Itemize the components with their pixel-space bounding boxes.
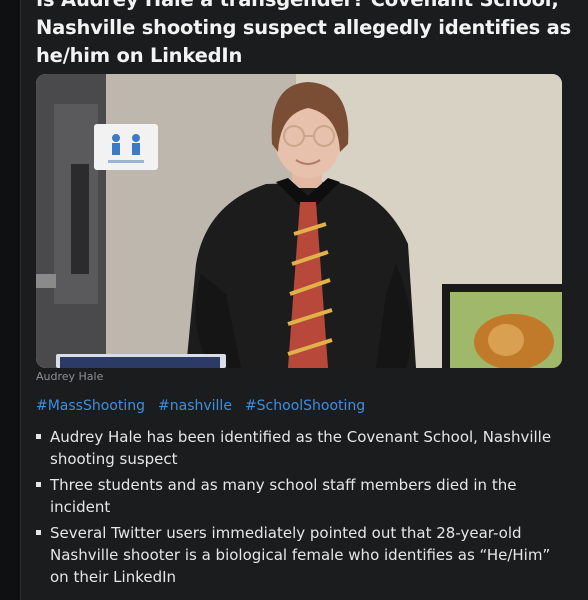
- bullet-item: Several Twitter users immediately pointe…: [36, 522, 556, 588]
- hashtag-list: #MassShooting #nashville #SchoolShooting: [36, 396, 365, 416]
- summary-bullets: Audrey Hale has been identified as the C…: [36, 426, 556, 592]
- page: Is Audrey Hale a transgender? Covenant S…: [0, 0, 588, 600]
- bullet-marker: [36, 530, 41, 535]
- headline-line-3: he/him on LinkedIn: [36, 44, 243, 67]
- bullet-marker: [36, 434, 41, 439]
- headline-line-1: Is Audrey Hale a transgender? Covenant S…: [36, 0, 566, 14]
- hashtag-massshooting[interactable]: #MassShooting: [36, 396, 145, 416]
- photo-caption: Audrey Hale: [36, 370, 104, 383]
- article-headline[interactable]: Is Audrey Hale a transgender? Covenant S…: [36, 0, 572, 70]
- bullet-text: Three students and as many school staff …: [50, 476, 517, 516]
- article-photo[interactable]: [36, 74, 562, 368]
- bullet-item: Audrey Hale has been identified as the C…: [36, 426, 556, 470]
- photo-illustration: [36, 74, 562, 368]
- restroom-sign: [94, 124, 158, 170]
- bullet-text: Audrey Hale has been identified as the C…: [50, 428, 552, 468]
- headline-line-2: Nashville shooting suspect allegedly ide…: [36, 16, 572, 39]
- bullet-marker: [36, 482, 41, 487]
- bullet-item: Three students and as many school staff …: [36, 474, 556, 518]
- hashtag-nashville[interactable]: #nashville: [158, 396, 232, 416]
- hashtag-schoolshooting[interactable]: #SchoolShooting: [245, 396, 365, 416]
- bullet-text: Several Twitter users immediately pointe…: [50, 524, 551, 586]
